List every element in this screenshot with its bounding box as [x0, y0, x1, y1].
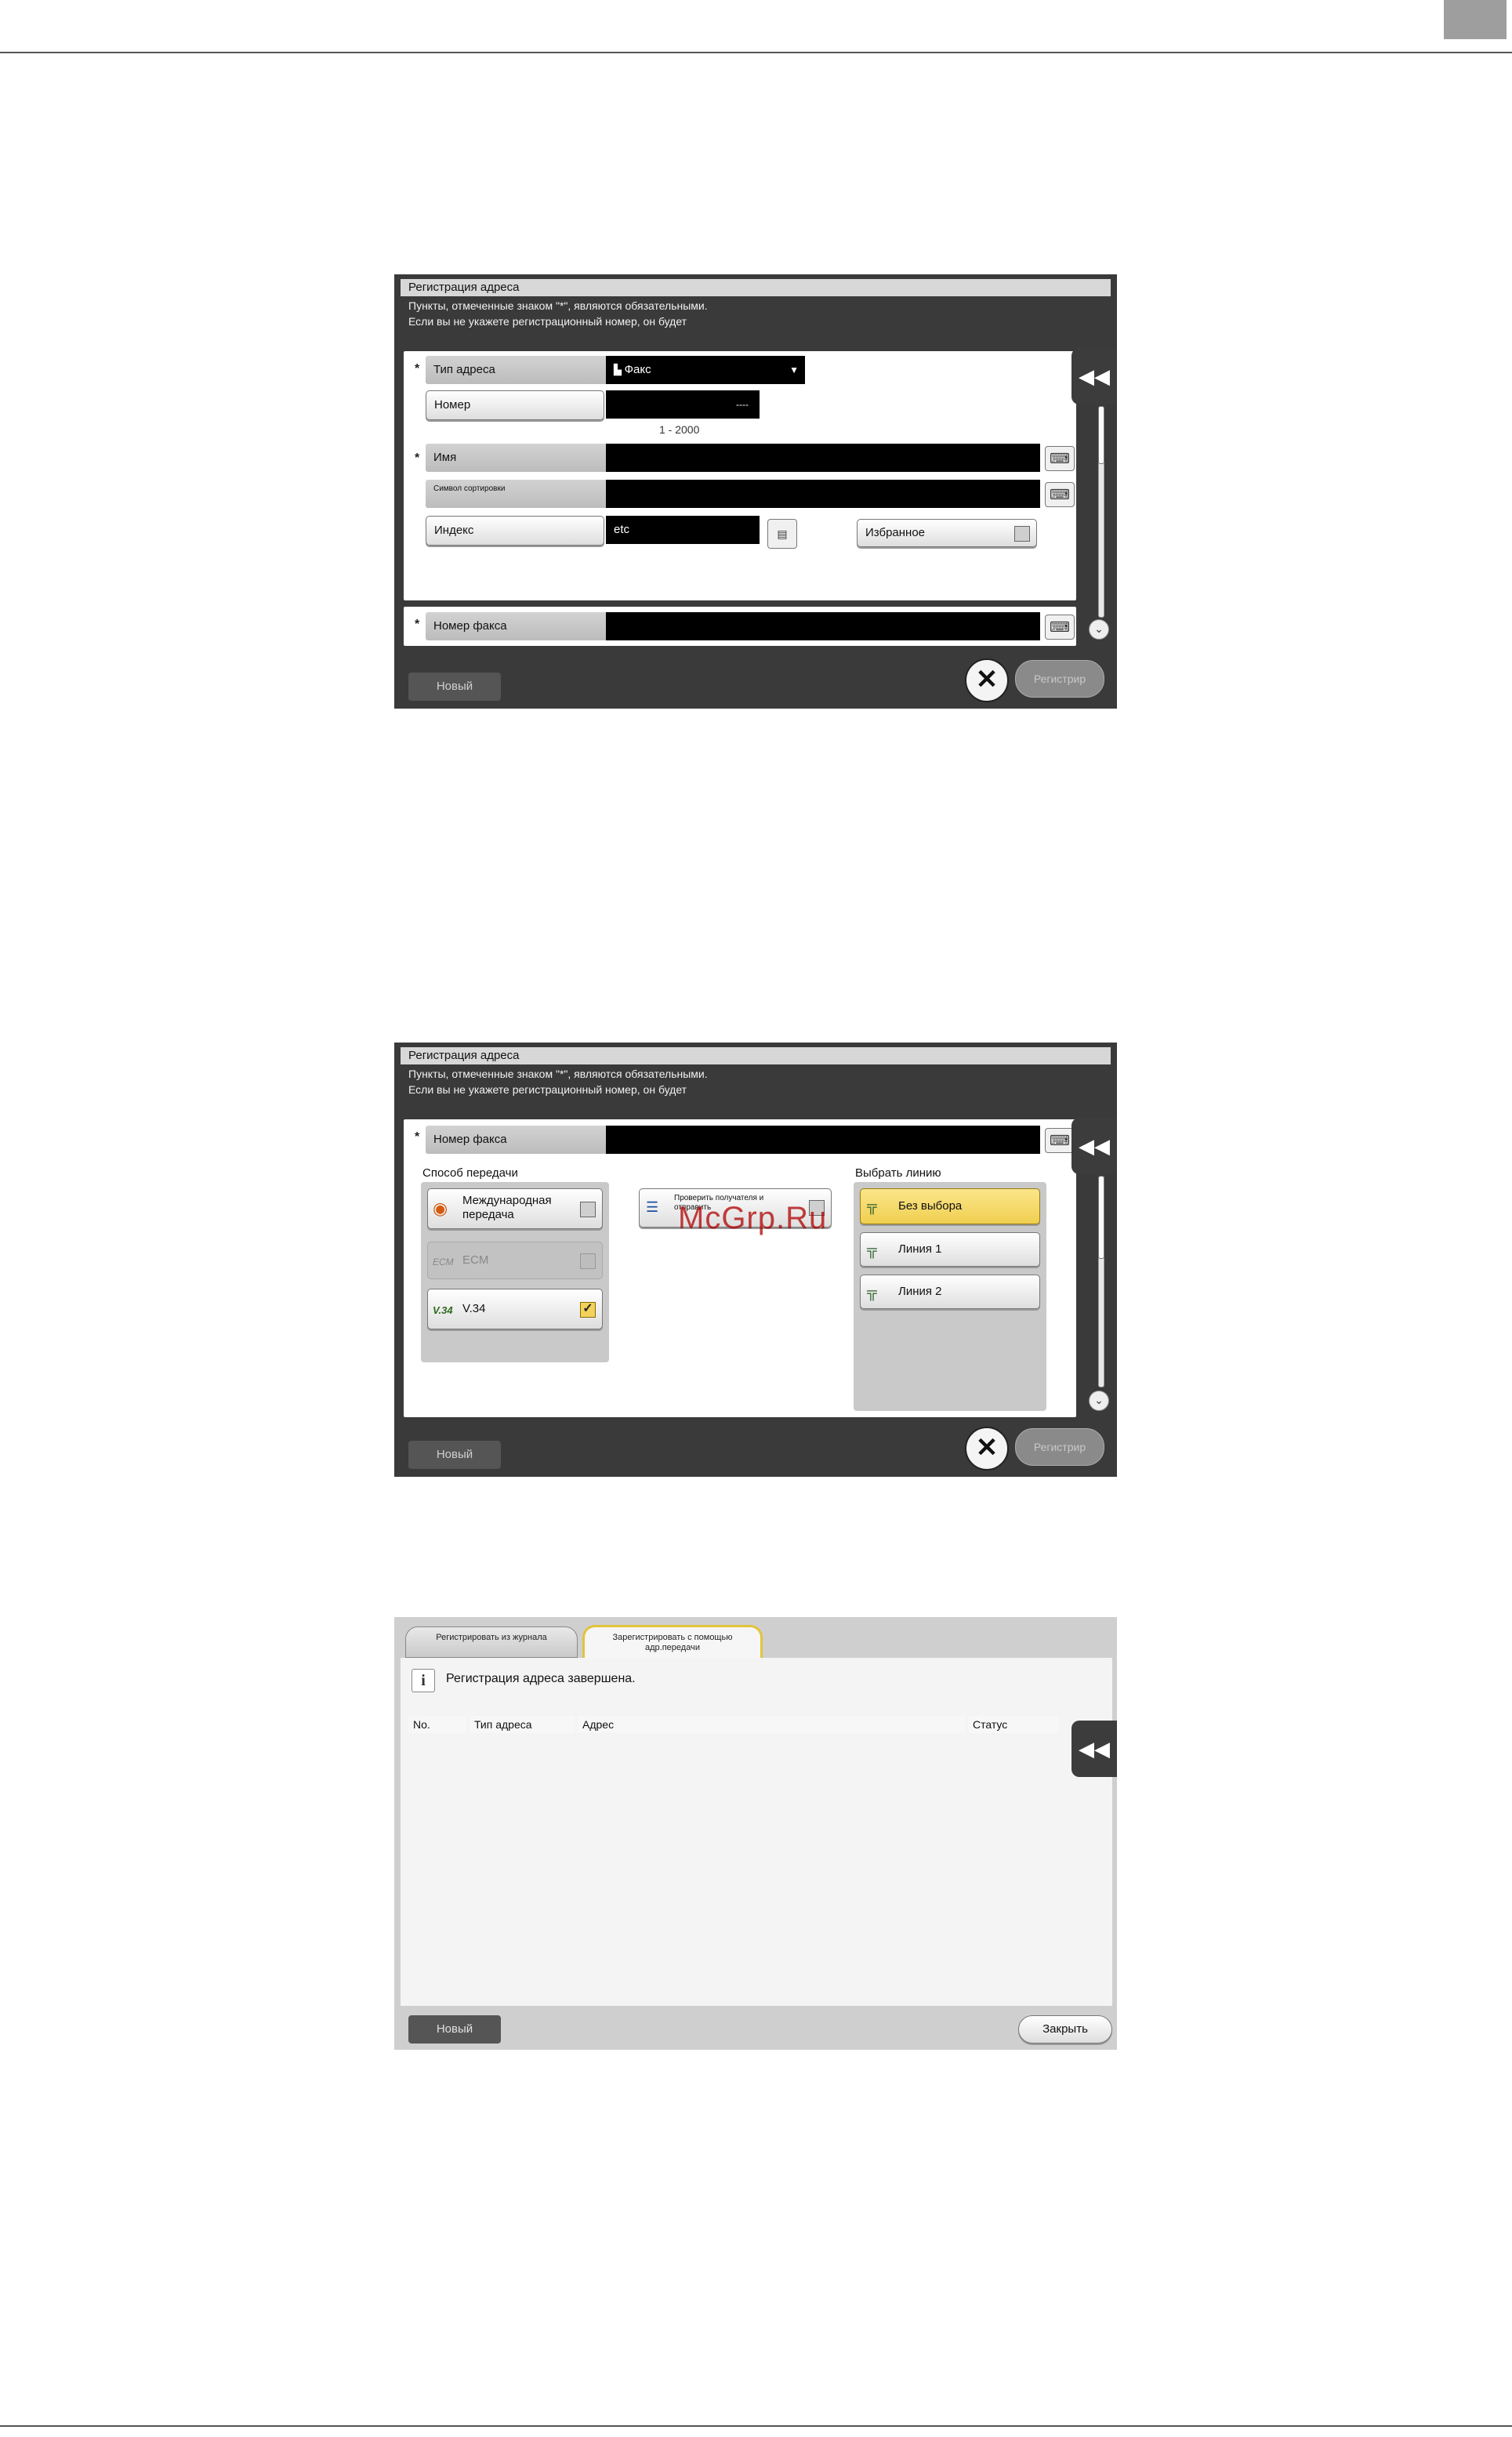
screen-address-registration-2: Регистрация адреса Пункты, отмеченные зн… [394, 1043, 1117, 1477]
scroll-down-icon[interactable]: ⌄ [1089, 1391, 1109, 1411]
fax-number-field[interactable] [606, 1126, 1040, 1154]
screen-registration-complete: Регистрировать из журнала Зарегистрирова… [394, 1617, 1117, 2050]
favorites-label: Избранное [865, 526, 926, 539]
new-button[interactable]: Новый [408, 2015, 501, 2044]
note-line-1: Пункты, отмеченные знаком "*", являются … [408, 1068, 708, 1080]
line-2-button[interactable]: ╦ Линия 2 [860, 1275, 1040, 1309]
column-header-status: Статус [968, 1716, 1059, 1733]
settings-panel: * Тип адреса ▙ Факс ▼ Номер ---- 1 - 200… [404, 351, 1076, 600]
address-type-label: Тип адреса [426, 356, 606, 384]
check-list-icon: ☰ [646, 1199, 659, 1215]
scrollbar-thumb[interactable] [1098, 406, 1104, 464]
page-top-rule [0, 52, 1512, 53]
new-button[interactable]: Новый [408, 673, 501, 701]
back-tab-button[interactable]: ◀◀ [1071, 348, 1117, 404]
note-line-2: Если вы не укажете регистрационный номер… [408, 315, 687, 328]
column-header-no: No. [408, 1716, 466, 1733]
close-icon[interactable]: ✕ [965, 1427, 1009, 1471]
select-line-label: Выбрать линию [855, 1166, 941, 1180]
address-type-value: Факс [624, 363, 651, 376]
ecm-label: ECM [462, 1253, 489, 1267]
address-type-select[interactable]: ▙ Факс ▼ [606, 356, 805, 384]
index-select-icon[interactable]: ▤ [767, 519, 797, 549]
keyboard-icon[interactable]: ⌨ [1045, 482, 1075, 507]
sort-symbol-field[interactable] [606, 480, 1040, 508]
favorites-button[interactable]: Избранное [857, 519, 1037, 547]
info-icon: i [412, 1669, 435, 1692]
sort-symbol-label: Символ сортировки [426, 480, 606, 508]
page-bottom-rule [0, 2425, 1512, 2427]
name-label: Имя [426, 444, 606, 472]
scroll-down-icon[interactable]: ⌄ [1089, 619, 1109, 640]
fax-number-label: Номер факса [426, 612, 606, 640]
page-corner-marker [1444, 0, 1507, 39]
ecm-checkbox [580, 1253, 596, 1269]
column-header-address: Адрес [578, 1716, 965, 1733]
fax-number-label: Номер факса [426, 1126, 606, 1154]
completion-message: Регистрация адреса завершена. [446, 1672, 636, 1685]
index-button[interactable]: Индекс [426, 516, 604, 546]
v34-checkbox[interactable]: ✓ [580, 1302, 596, 1318]
note-line-2: Если вы не укажете регистрационный номер… [408, 1083, 687, 1096]
name-field[interactable] [606, 444, 1040, 472]
fax-settings-panel: * Номер факса ⌨ Способ передачи ◉ Междун… [404, 1119, 1076, 1417]
note-line-1: Пункты, отмеченные знаком "*", являются … [408, 299, 708, 312]
international-tx-label: Международная передача [462, 1194, 552, 1221]
close-button[interactable]: Закрыть [1018, 2015, 1112, 2044]
globe-icon: ◉ [433, 1199, 448, 1218]
phone-line-icon: ╦ [867, 1198, 877, 1213]
keyboard-icon[interactable]: ⌨ [1045, 446, 1075, 471]
register-button[interactable]: Регистрир [1015, 660, 1104, 698]
line-2-label: Линия 2 [898, 1285, 942, 1298]
required-mark: * [415, 362, 420, 375]
close-icon[interactable]: ✕ [965, 658, 1009, 702]
ecm-button: ECM ECM [427, 1242, 603, 1279]
tx-method-label: Способ передачи [422, 1166, 518, 1180]
fax-number-field[interactable] [606, 612, 1040, 640]
scrollbar-thumb[interactable] [1098, 1176, 1104, 1259]
fax-icon: ▙ [614, 364, 625, 375]
required-mark: * [415, 618, 420, 631]
column-header-address-type: Тип адреса [470, 1716, 575, 1733]
screen-title: Регистрация адреса [401, 1047, 1111, 1064]
phone-line-1-icon: ╦ [867, 1242, 877, 1257]
number-field[interactable]: ---- [606, 390, 760, 419]
line-no-selection-button[interactable]: ╦ Без выбора [860, 1188, 1040, 1224]
line-no-selection-label: Без выбора [898, 1199, 963, 1213]
register-button[interactable]: Регистрир [1015, 1428, 1104, 1466]
keyboard-icon[interactable]: ⌨ [1045, 615, 1075, 640]
screen-address-registration-1: Регистрация адреса Пункты, отмеченные зн… [394, 274, 1117, 709]
international-tx-button[interactable]: ◉ Международная передача [427, 1188, 603, 1229]
v34-button[interactable]: V.34 V.34 ✓ [427, 1289, 603, 1329]
international-tx-checkbox[interactable] [580, 1202, 596, 1217]
tab-register-from-journal[interactable]: Регистрировать из журнала [405, 1626, 578, 1658]
back-tab-button[interactable]: ◀◀ [1071, 1118, 1117, 1174]
fax-number-panel: * Номер факса ⌨ [404, 607, 1076, 646]
keyboard-icon[interactable]: ⌨ [1045, 1128, 1075, 1153]
v34-label: V.34 [462, 1302, 486, 1315]
v34-icon: V.34 [433, 1304, 453, 1316]
phone-line-2-icon: ╦ [867, 1284, 877, 1300]
number-button[interactable]: Номер [426, 390, 604, 420]
result-panel: i Регистрация адреса завершена. No. Тип … [401, 1658, 1112, 2006]
tx-method-group: ◉ Международная передача ECM ECM V.34 V.… [421, 1182, 609, 1362]
tab-register-from-tx[interactable]: Зарегистрировать с помощью адр.передачи [582, 1625, 763, 1659]
screen-note: Пункты, отмеченные знаком "*", являются … [401, 298, 1111, 329]
screen-note: Пункты, отмеченные знаком "*", являются … [401, 1066, 1111, 1097]
index-field[interactable]: etc [606, 516, 760, 544]
line-1-label: Линия 1 [898, 1242, 942, 1256]
favorites-checkbox[interactable] [1014, 526, 1030, 542]
new-button[interactable]: Новый [408, 1441, 501, 1469]
number-range: 1 - 2000 [659, 423, 700, 436]
watermark-text: McGrp.Ru [678, 1201, 828, 1235]
required-mark: * [415, 1130, 420, 1144]
screen-title: Регистрация адреса [401, 279, 1111, 296]
back-tab-button[interactable]: ◀◀ [1071, 1721, 1117, 1777]
ecm-icon: ECM [433, 1257, 454, 1267]
chevron-down-icon: ▼ [789, 364, 799, 375]
line-1-button[interactable]: ╦ Линия 1 [860, 1232, 1040, 1267]
line-select-group: ╦ Без выбора ╦ Линия 1 ╦ Линия 2 [854, 1182, 1046, 1411]
required-mark: * [415, 451, 420, 465]
